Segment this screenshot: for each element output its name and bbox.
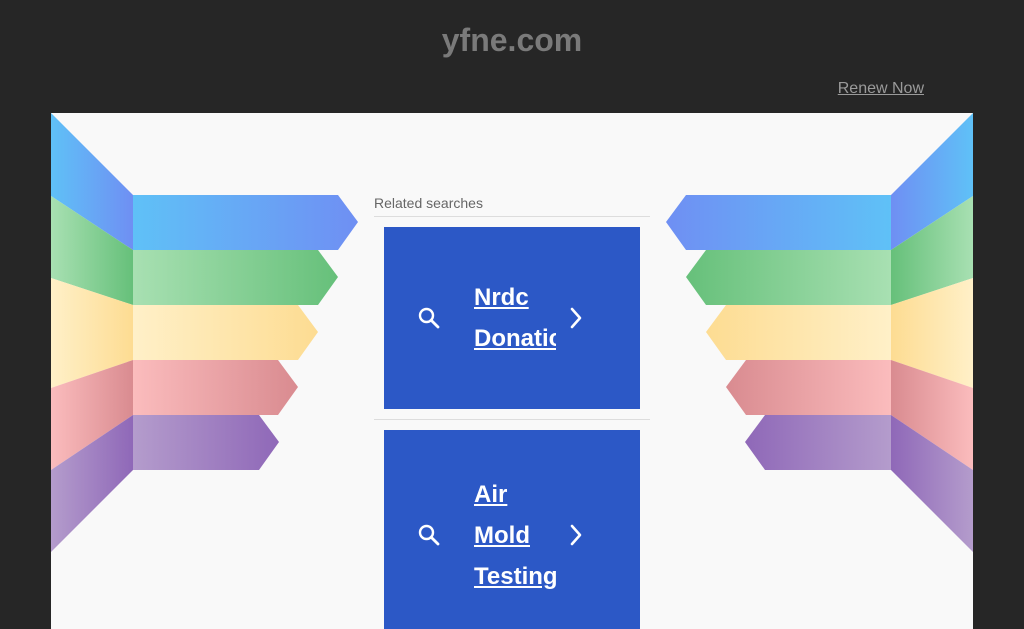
domain-title: yfne.com — [441, 22, 583, 58]
chevron-right-icon — [556, 307, 596, 329]
left-wing — [51, 113, 358, 552]
related-search-link-2[interactable]: Air Mold Testing — [384, 430, 640, 629]
divider — [374, 419, 650, 420]
related-searches-title: Related searches — [374, 192, 650, 217]
search-icon — [384, 523, 474, 547]
related-search-label-2-line-2[interactable]: Mold — [474, 515, 556, 556]
content-panel: Related searches Nrdc Donations — [51, 113, 973, 629]
related-search-label-2-line-3[interactable]: Testing — [474, 556, 556, 597]
related-search-label-1-line-1[interactable]: Nrdc — [474, 277, 556, 318]
chevron-right-icon — [556, 524, 596, 546]
related-search-label-1-line-2[interactable]: Donations — [474, 318, 556, 359]
related-search-label-1[interactable]: Nrdc Donations — [474, 277, 556, 359]
right-wing — [666, 113, 973, 552]
related-search-label-2-line-1[interactable]: Air — [474, 474, 556, 515]
site-header: yfne.com Renew Now — [0, 0, 1024, 113]
renew-now-link[interactable]: Renew Now — [838, 79, 924, 99]
related-searches: Related searches Nrdc Donations — [374, 192, 650, 629]
related-search-link-1[interactable]: Nrdc Donations — [384, 227, 640, 409]
related-search-label-2[interactable]: Air Mold Testing — [474, 474, 556, 597]
search-icon — [384, 306, 474, 330]
